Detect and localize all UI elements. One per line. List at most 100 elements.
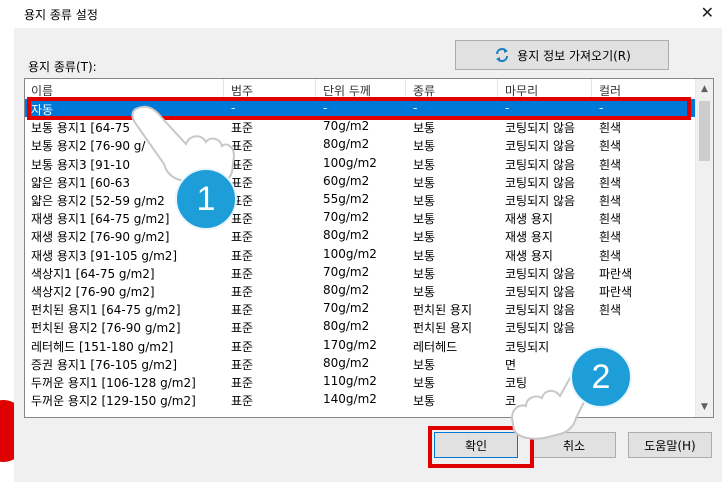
cell-category: 표준 <box>231 230 254 245</box>
cell-name: 증권 용지1 [76-105 g/m2] <box>31 357 178 372</box>
cell-thickness: 55g/m2 <box>323 192 370 206</box>
table-row[interactable]: 색상지2 [76-90 g/m2] 표준 80g/m2 보통 코팅되지 않음 파란색 <box>25 281 697 299</box>
cell-type: 보통 <box>413 394 436 409</box>
cell-category: 표준 <box>231 285 254 299</box>
cell-color: 흰색 <box>599 139 622 154</box>
step-2-badge: 2 <box>570 346 632 408</box>
cell-thickness: 110g/m2 <box>323 374 377 388</box>
cell-thickness: 70g/m2 <box>323 210 370 225</box>
cell-thickness: 70g/m2 <box>323 119 370 134</box>
cell-finish: 재생 용지 <box>505 230 553 245</box>
cell-category: 표준 <box>231 266 254 281</box>
cell-name: 재생 용지2 [76-90 g/m2] <box>31 230 170 245</box>
cell-category: 표준 <box>231 376 254 390</box>
fetch-paper-info-button[interactable]: 용지 정보 가져오기(R) <box>455 40 669 70</box>
cell-color: 파란색 <box>599 266 633 281</box>
cell-type: 보통 <box>413 248 436 263</box>
cell-finish: 코팅되지 않음 <box>505 139 576 154</box>
cell-type: 보통 <box>413 139 436 154</box>
cell-color: 흰색 <box>599 175 622 190</box>
cell-color: 흰색 <box>599 230 622 245</box>
cell-finish: 코팅되지 않음 <box>505 266 576 281</box>
fetch-paper-info-label: 용지 정보 가져오기(R) <box>517 48 631 63</box>
cell-thickness: 100g/m2 <box>323 246 377 261</box>
cell-type: 보통 <box>413 121 436 136</box>
cell-color: 흰색 <box>599 121 622 136</box>
refresh-icon <box>496 48 509 62</box>
scroll-thumb[interactable] <box>699 101 710 161</box>
cell-thickness: 60g/m2 <box>323 173 370 188</box>
cell-name: 얇은 용지1 [60-63 <box>31 175 130 190</box>
cell-thickness: 100g/m2 <box>323 155 377 170</box>
cell-category: 표준 <box>231 394 254 409</box>
table-row[interactable]: 재생 용지2 [76-90 g/m2] 표준 80g/m2 보통 재생 용지 흰색 <box>25 226 697 244</box>
cell-type: 레터헤드 <box>413 339 458 354</box>
table-row[interactable]: 보통 용지3 [91-10 표준 100g/m2 보통 코팅되지 않음 흰색 <box>25 154 697 172</box>
cell-name: 재생 용지3 [91-105 g/m2] <box>31 248 178 263</box>
cell-category: 표준 <box>231 339 254 354</box>
cell-type: 보통 <box>413 212 436 227</box>
cell-finish: 코팅되지 않음 <box>505 321 576 336</box>
cell-thickness: 70g/m2 <box>323 301 370 316</box>
cell-finish: 코팅되지 않음 <box>505 285 576 299</box>
scroll-up-icon[interactable]: ▲ <box>698 81 711 97</box>
cell-type: 보통 <box>413 266 436 281</box>
table-row[interactable]: 펀치된 용지1 [64-75 g/m2] 표준 70g/m2 펀치된 용지 코팅되지 않… <box>25 299 697 317</box>
table-row[interactable]: 보통 용지2 [76-90 g/표준 80g/m2 보통 코팅되지 않음 흰색 <box>25 135 697 153</box>
cell-name: 두꺼운 용지2 [129-150 g/m2] <box>31 394 196 409</box>
cell-color: 흰색 <box>599 194 622 208</box>
cell-type: 보통 <box>413 376 436 390</box>
table-row[interactable]: 재생 용지1 [64-75 g/m2] 표준 70g/m2 보통 재생 용지 흰색 <box>25 208 697 226</box>
cell-name: 보통 용지3 [91-10 <box>31 157 130 172</box>
cell-category: 표준 <box>231 357 254 372</box>
cell-color: 흰색 <box>599 248 622 263</box>
cell-type: 보통 <box>413 357 436 372</box>
cell-category: 표준 <box>231 303 254 318</box>
cell-type: 보통 <box>413 175 436 190</box>
cell-type: 보통 <box>413 285 436 299</box>
table-row[interactable]: 펀치된 용지2 [76-90 g/m2] 표준 80g/m2 펀치된 용지 코팅되지 않… <box>25 317 697 335</box>
cell-name: 펀치된 용지1 [64-75 g/m2] <box>31 303 181 318</box>
cell-thickness: 170g/m2 <box>323 337 377 352</box>
table-row[interactable]: 얇은 용지1 [60-63 표준 60g/m2 보통 코팅되지 않음 흰색 <box>25 172 697 190</box>
cell-color: 흰색 <box>599 157 622 172</box>
cell-name: 보통 용지1 [64-75 <box>31 121 130 136</box>
cell-type: 보통 <box>413 157 436 172</box>
cell-name: 펀치된 용지2 [76-90 g/m2] <box>31 321 181 336</box>
cell-finish: 재생 용지 <box>505 212 553 227</box>
cell-category: 표준 <box>231 248 254 263</box>
cell-name: 레터헤드 [151-180 g/m2] <box>31 339 174 354</box>
cell-name: 재생 용지1 [64-75 g/m2] <box>31 212 170 227</box>
close-icon[interactable]: ✕ <box>701 3 714 22</box>
table-row[interactable]: 색상지1 [64-75 g/m2] 표준 70g/m2 보통 코팅되지 않음 파란색 <box>25 263 697 281</box>
cell-thickness: 80g/m2 <box>323 137 370 152</box>
cell-finish: 코팅되지 않음 <box>505 194 576 208</box>
cell-color: 흰색 <box>599 303 622 318</box>
cell-finish: 코팅되지 않음 <box>505 121 576 136</box>
step-1-badge: 1 <box>175 168 237 230</box>
cell-name: 색상지1 [64-75 g/m2] <box>31 266 155 281</box>
cell-thickness: 80g/m2 <box>323 355 370 370</box>
highlight-auto-row <box>27 97 691 120</box>
cell-thickness: 80g/m2 <box>323 228 370 243</box>
table-row[interactable]: 얇은 용지2 [52-59 g/m2 표준 55g/m2 보통 코팅되지 않음 흰색 <box>25 190 697 208</box>
cell-type: 펀치된 용지 <box>413 303 473 318</box>
cell-name: 두꺼운 용지1 [106-128 g/m2] <box>31 376 196 390</box>
cell-thickness: 80g/m2 <box>323 283 370 297</box>
vertical-scrollbar[interactable]: ▲ ▼ <box>695 79 713 417</box>
help-button[interactable]: 도움말(H) <box>628 432 712 458</box>
cell-color: 흰색 <box>599 212 622 227</box>
cell-category: 표준 <box>231 321 254 336</box>
scroll-down-icon[interactable]: ▼ <box>698 399 711 415</box>
cell-type: 보통 <box>413 230 436 245</box>
cell-thickness: 140g/m2 <box>323 392 377 407</box>
cell-color: 파란색 <box>599 285 633 299</box>
cell-finish: 코팅되지 않음 <box>505 303 576 318</box>
cell-type: 펀치된 용지 <box>413 321 473 336</box>
cell-thickness: 80g/m2 <box>323 319 370 334</box>
cell-name: 색상지2 [76-90 g/m2] <box>31 285 155 299</box>
table-row[interactable]: 재생 용지3 [91-105 g/m2] 표준 100g/m2 보통 재생 용지 흰색 <box>25 245 697 263</box>
cell-finish: 코팅되지 않음 <box>505 175 576 190</box>
cell-category: 표준 <box>231 212 254 227</box>
cell-name: 얇은 용지2 [52-59 g/m2 <box>31 194 165 208</box>
